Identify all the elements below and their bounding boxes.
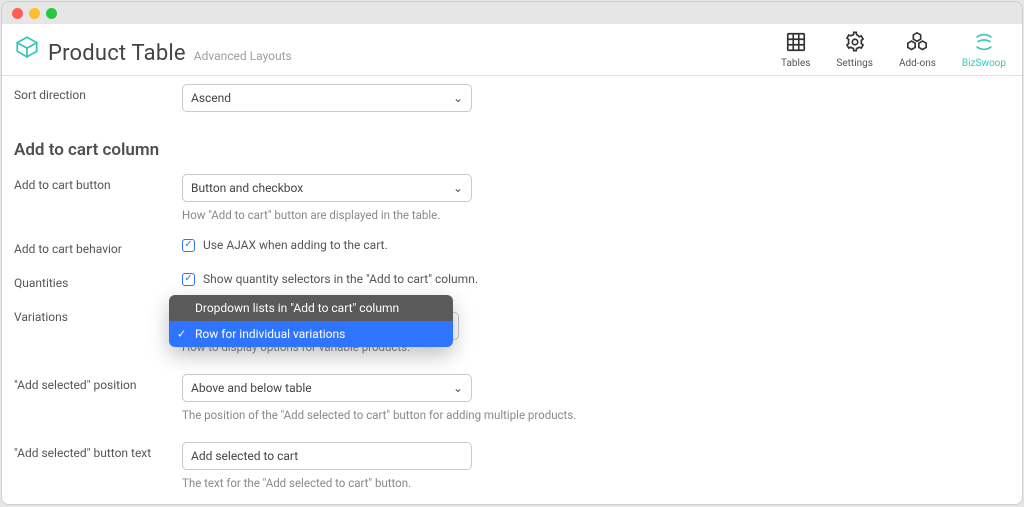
swoop-icon — [973, 31, 995, 56]
nav-settings-label: Settings — [836, 58, 873, 69]
close-window-button[interactable] — [12, 8, 23, 19]
nav-bizswoop[interactable]: BizSwoop — [962, 31, 1006, 69]
nav-tables-label: Tables — [781, 58, 810, 69]
add-selected-position-label: "Add selected" position — [14, 374, 176, 392]
nav-tables[interactable]: Tables — [781, 31, 810, 69]
quantities-label: Quantities — [14, 272, 176, 290]
add-selected-position-help: The position of the "Add selected to car… — [182, 408, 1010, 422]
section-title: Add to cart column — [14, 140, 1010, 160]
add-selected-text-help: The text for the "Add selected to cart" … — [182, 476, 1010, 490]
minimize-window-button[interactable] — [29, 8, 40, 19]
nav-addons[interactable]: Add-ons — [899, 31, 936, 69]
variations-dropdown-popup: Dropdown lists in "Add to cart" column R… — [169, 295, 453, 347]
nav-addons-label: Add-ons — [899, 58, 936, 69]
quantities-checkbox[interactable]: ✓ — [182, 273, 195, 286]
add-to-cart-button-label: Add to cart button — [14, 174, 176, 192]
blocks-icon — [906, 31, 928, 56]
variations-label: Variations — [14, 306, 176, 324]
nav-settings[interactable]: Settings — [836, 31, 873, 69]
settings-panel: Sort direction Ascend ⌄ Add to cart colu… — [2, 76, 1022, 504]
sort-direction-select[interactable]: Ascend ⌄ — [182, 84, 472, 112]
app-window: Product Table Advanced Layouts Tables — [1, 1, 1023, 505]
add-selected-position-value: Above and below table — [191, 381, 312, 395]
variations-option-dropdown[interactable]: Dropdown lists in "Add to cart" column — [169, 295, 453, 321]
app-subtitle: Advanced Layouts — [194, 49, 292, 63]
variations-option-row[interactable]: Row for individual variations — [169, 321, 453, 347]
add-selected-text-value: Add selected to cart — [191, 449, 298, 463]
app-title: Product Table — [48, 41, 186, 66]
add-to-cart-behavior-label: Add to cart behavior — [14, 238, 176, 256]
maximize-window-button[interactable] — [46, 8, 57, 19]
title-bar — [2, 2, 1022, 24]
chevron-down-icon: ⌄ — [453, 381, 463, 395]
add-selected-text-label: "Add selected" button text — [14, 442, 176, 460]
nav-bizswoop-label: BizSwoop — [962, 58, 1006, 69]
add-to-cart-button-select[interactable]: Button and checkbox ⌄ — [182, 174, 472, 202]
app-header: Product Table Advanced Layouts Tables — [2, 24, 1022, 76]
add-selected-text-input[interactable]: Add selected to cart — [182, 442, 472, 470]
product-table-box-icon — [14, 34, 40, 60]
sort-direction-label: Sort direction — [14, 84, 176, 102]
chevron-down-icon: ⌄ — [453, 91, 463, 105]
quantities-checkbox-label: Show quantity selectors in the "Add to c… — [203, 272, 478, 286]
chevron-down-icon: ⌄ — [453, 181, 463, 195]
ajax-checkbox-label: Use AJAX when adding to the cart. — [203, 238, 388, 252]
add-to-cart-button-value: Button and checkbox — [191, 181, 303, 195]
ajax-checkbox[interactable]: ✓ — [182, 239, 195, 252]
sort-direction-value: Ascend — [191, 91, 231, 105]
add-selected-position-select[interactable]: Above and below table ⌄ — [182, 374, 472, 402]
grid-icon — [785, 31, 807, 56]
gear-icon — [844, 31, 866, 56]
add-to-cart-button-help: How "Add to cart" button are displayed i… — [182, 208, 1010, 222]
